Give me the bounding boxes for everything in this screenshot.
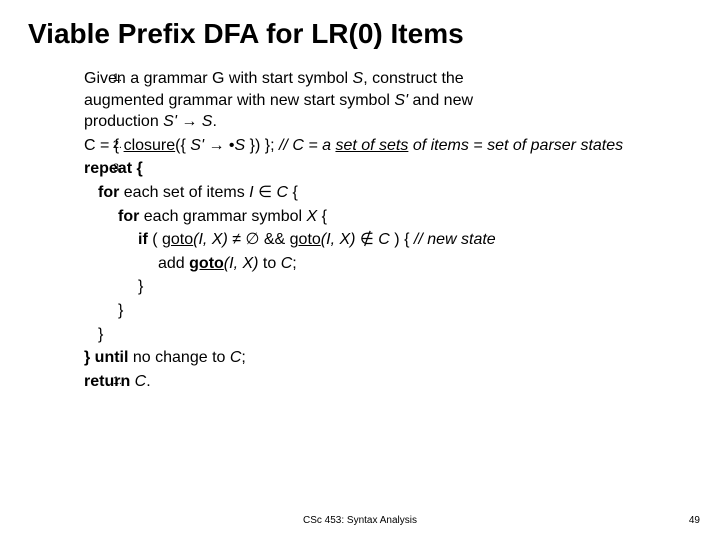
text: . xyxy=(146,373,150,390)
notin-symbol: ∉ xyxy=(355,231,378,248)
step-return: 1. return C. xyxy=(84,371,692,393)
brace: { xyxy=(288,184,298,201)
symbol-c: C xyxy=(276,184,288,201)
for-symbols-line: for each grammar symbol X { xyxy=(84,206,692,228)
for-keyword: for xyxy=(118,208,139,225)
goto-args: (I, X) xyxy=(321,231,356,248)
symbol-c: C xyxy=(230,349,242,366)
for-items-line: for each set of items I ∈ C { xyxy=(84,182,692,204)
text: }) }; xyxy=(245,137,279,154)
text: and new xyxy=(408,92,473,109)
goto-fn: goto xyxy=(189,255,224,272)
text: production xyxy=(84,113,163,130)
arrow: → xyxy=(177,113,202,130)
step-number-1: 1. xyxy=(94,68,122,86)
goto-args: (I, X) xyxy=(193,231,228,248)
text: each grammar symbol xyxy=(139,208,306,225)
goto-fn: goto xyxy=(162,231,193,248)
text: each set of items xyxy=(119,184,249,201)
slide-title: Viable Prefix DFA for LR(0) Items xyxy=(28,18,692,50)
symbol-s: S xyxy=(235,137,246,154)
semicolon: ; xyxy=(292,255,296,272)
step-number-3: 3. xyxy=(94,158,122,176)
text: Given a grammar G with start symbol xyxy=(84,70,353,87)
goto-fn: goto xyxy=(290,231,321,248)
symbol-c: C xyxy=(281,255,293,272)
step-3: 3. repeat { xyxy=(84,158,692,180)
comment: // C = a set of sets of items = set of p… xyxy=(279,137,623,154)
footer-page-number: 49 xyxy=(689,515,700,526)
text: augmented grammar with new start symbol xyxy=(84,92,394,109)
close-brace: } xyxy=(84,300,692,322)
text: ({ xyxy=(175,137,190,154)
slide-body: 1. Given a grammar G with start symbol S… xyxy=(28,68,692,392)
if-keyword: if xyxy=(138,231,148,248)
step-number-2: 2. xyxy=(94,135,122,153)
close-brace: } xyxy=(84,276,692,298)
brace: { xyxy=(317,208,327,225)
footer-course: CSc 453: Syntax Analysis xyxy=(0,515,720,526)
slide: Viable Prefix DFA for LR(0) Items 1. Giv… xyxy=(0,0,720,540)
arrow: → xyxy=(204,137,229,154)
step-1: 1. Given a grammar G with start symbol S… xyxy=(84,68,692,133)
closure-fn: closure xyxy=(124,137,176,154)
step-number-4: 1. xyxy=(94,371,122,389)
for-keyword: for xyxy=(98,184,119,201)
symbol-s: S xyxy=(202,113,213,130)
close-brace: } xyxy=(84,324,692,346)
symbol-sprime: S' xyxy=(163,113,177,130)
text: ) { xyxy=(390,231,414,248)
text: ( xyxy=(148,231,162,248)
symbol-sprime: S' xyxy=(394,92,408,109)
until-line: } until no change to C; xyxy=(84,347,692,369)
symbol-c: C xyxy=(135,373,147,390)
neq-empty: ≠ ∅ && xyxy=(228,231,290,248)
text: , construct the xyxy=(363,70,464,87)
text: . xyxy=(212,113,216,130)
step-2: 2. C = { closure({ S' → •S }) }; // C = … xyxy=(84,135,692,157)
semicolon: ; xyxy=(241,349,245,366)
text: to xyxy=(258,255,280,272)
symbol-x: X xyxy=(307,208,318,225)
symbol-sprime: S' xyxy=(190,137,204,154)
until-keyword: } until xyxy=(84,349,128,366)
text: add xyxy=(158,255,189,272)
in-symbol: ∈ xyxy=(254,184,277,201)
if-line: if ( goto(I, X) ≠ ∅ && goto(I, X) ∉ C ) … xyxy=(84,229,692,251)
comment-new-state: // new state xyxy=(414,231,496,248)
symbol-s: S xyxy=(353,70,364,87)
text: no change to xyxy=(128,349,229,366)
add-line: add goto(I, X) to C; xyxy=(84,253,692,275)
symbol-c: C xyxy=(378,231,390,248)
goto-args: (I, X) xyxy=(224,255,259,272)
